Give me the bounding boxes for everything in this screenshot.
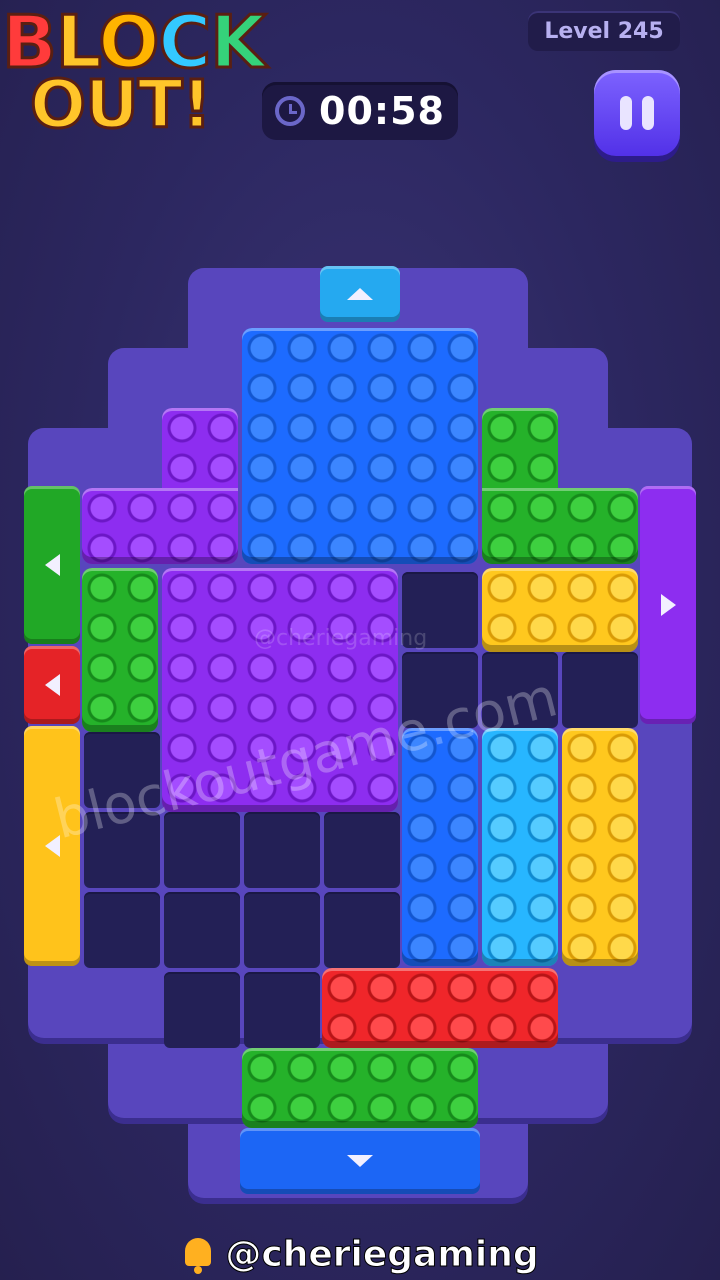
arrow-down-icon	[347, 1148, 373, 1174]
block-green-bottom[interactable]	[242, 1048, 478, 1128]
arrow-left-icon	[39, 552, 65, 578]
block-red-bar[interactable]	[322, 968, 558, 1048]
channel-handle: @cheriegaming	[225, 1233, 539, 1275]
bell-icon	[181, 1234, 215, 1274]
empty-cell	[164, 892, 240, 968]
empty-cell	[244, 812, 320, 888]
game-board: @cheriegaming blockoutgame.com	[0, 0, 720, 1280]
gate-left-green	[24, 486, 80, 644]
block-green-l-right[interactable]	[482, 488, 638, 564]
block-purple-l-top[interactable]	[82, 488, 238, 564]
footer-credit: @cheriegaming	[0, 1228, 720, 1280]
arrow-up-icon	[347, 281, 373, 307]
block-green-left[interactable]	[82, 568, 158, 732]
arrow-right-icon	[655, 592, 681, 618]
empty-cell	[244, 972, 320, 1048]
gate-left-red	[24, 646, 80, 724]
block-blue-top[interactable]	[242, 328, 478, 564]
empty-cell	[324, 892, 400, 968]
empty-cell	[84, 892, 160, 968]
block-yellow-vertical[interactable]	[562, 728, 638, 966]
gate-right-purple	[640, 486, 696, 724]
empty-cell	[562, 652, 638, 728]
empty-cell	[164, 812, 240, 888]
block-purple-l-top[interactable]	[162, 408, 238, 494]
block-yellow-bar-right[interactable]	[482, 568, 638, 652]
empty-cell	[164, 972, 240, 1048]
watermark-small: @cheriegaming	[254, 626, 428, 651]
gate-top	[320, 266, 400, 322]
block-green-l-right[interactable]	[482, 408, 558, 494]
empty-cell	[244, 892, 320, 968]
arrow-left-icon	[39, 672, 65, 698]
gate-bottom	[240, 1128, 480, 1194]
block-cyan-vertical[interactable]	[482, 728, 558, 966]
empty-cell	[324, 812, 400, 888]
